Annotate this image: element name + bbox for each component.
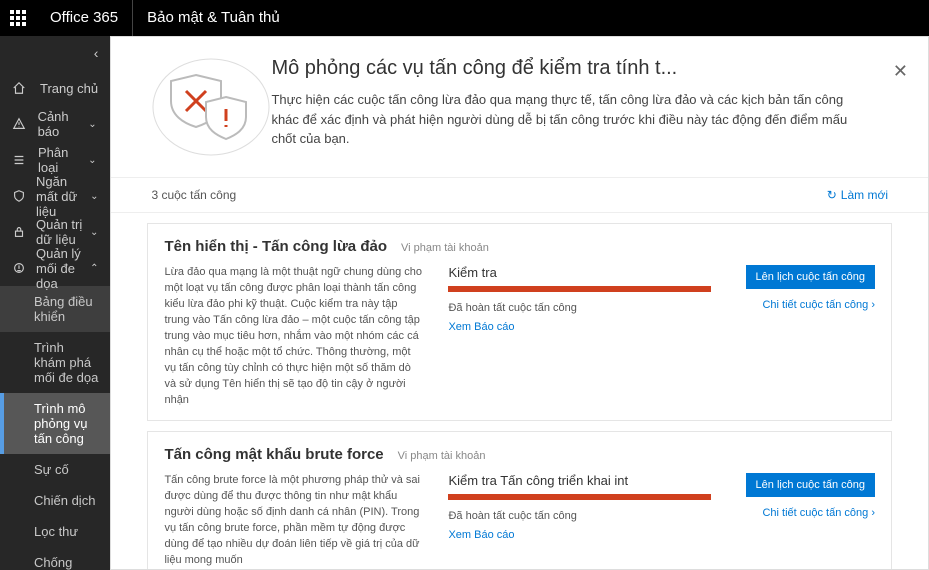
completed-label: Đã hoàn tất cuộc tấn công (448, 510, 711, 522)
subnav-mail-filter[interactable]: Lọc thư (0, 516, 110, 547)
home-icon (12, 81, 30, 95)
threat-icon (12, 261, 26, 275)
test-label: Kiểm tra (448, 265, 711, 280)
progress-bar (448, 494, 711, 500)
chevron-down-icon: ⌄ (86, 155, 98, 166)
chevron-up-icon: ⌃ (90, 263, 98, 274)
chevron-down-icon: ⌄ (90, 191, 98, 202)
refresh-button[interactable]: Làm mới (827, 188, 888, 202)
left-navigation: ‹ Trang chủ Cảnh báo ⌄ Phân loại ⌄ Ngăn … (0, 36, 110, 570)
completed-label: Đã hoàn tất cuộc tấn công (448, 302, 711, 314)
attack-description: Tấn công brute force là một phương pháp … (164, 473, 424, 569)
view-report-link[interactable]: Xem Báo cáo (448, 321, 514, 333)
nav-item-dlp[interactable]: Ngăn mất dữ liệu ⌄ (0, 178, 110, 214)
list-icon (12, 153, 28, 167)
test-label: Kiểm tra Tấn công triển khai int (448, 473, 711, 488)
page-description: Thực hiện các cuộc tấn công lừa đảo qua … (271, 90, 848, 149)
hero-panel: Mô phỏng các vụ tấn công để kiểm tra tín… (111, 37, 928, 178)
subnav-threat-explorer[interactable]: Trình khám phá mối đe dọa (0, 332, 110, 393)
nav-label: Ngăn mất dữ liệu (36, 174, 90, 219)
subnav-campaigns[interactable]: Chiến dịch (0, 485, 110, 516)
page-title: Mô phỏng các vụ tấn công để kiểm tra tín… (271, 57, 848, 80)
shield-icon (12, 189, 26, 203)
nav-label: Quản lý mối đe dọa (36, 246, 90, 291)
nav-item-home[interactable]: Trang chủ (0, 70, 110, 106)
nav-label: Cảnh báo (38, 109, 87, 139)
attack-name: Tấn công mật khẩu brute force (164, 446, 383, 463)
hero-shields-icon (151, 57, 271, 157)
content-pane: Mô phỏng các vụ tấn công để kiểm tra tín… (110, 36, 929, 570)
status-bar: 3 cuộc tấn công Làm mới (111, 178, 928, 213)
attack-details-link[interactable]: Chi tiết cuộc tấn công (762, 299, 875, 311)
attack-count-label: 3 cuộc tấn công (151, 188, 236, 202)
attack-category: Vi phạm tài khoản (398, 450, 486, 462)
nav-label: Phân loại (38, 145, 86, 175)
chevron-down-icon: ⌄ (90, 227, 98, 238)
nav-submenu-threat: Bảng điều khiển Trình khám phá mối đe dọ… (0, 286, 110, 570)
attack-card-spear-phishing: Tên hiển thị - Tấn công lừa đảo Vi phạm … (147, 223, 892, 421)
nav-item-threat-management[interactable]: Quản lý mối đe dọa ⌃ (0, 250, 110, 286)
launch-attack-button[interactable]: Lên lịch cuộc tấn công (746, 265, 875, 289)
lock-icon (12, 225, 26, 239)
attack-details-link[interactable]: Chi tiết cuộc tấn công (762, 507, 875, 519)
nav-label: Trang chủ (40, 81, 98, 96)
global-header: Office 365 Bảo mật & Tuân thủ (0, 0, 929, 36)
attack-name: Tên hiển thị - Tấn công lừa đảo (164, 238, 387, 255)
product-name: Office 365 (36, 0, 133, 36)
launch-attack-button[interactable]: Lên lịch cuộc tấn công (746, 473, 875, 497)
attack-card-brute-force: Tấn công mật khẩu brute force Vi phạm tà… (147, 431, 892, 570)
close-icon[interactable]: ✕ (893, 61, 908, 82)
subnav-attack-simulator[interactable]: Trình mô phỏng vụ tấn công (0, 393, 110, 454)
attack-description: Lừa đảo qua mạng là một thuật ngữ chung … (164, 265, 424, 408)
chevron-down-icon: ⌄ (86, 119, 98, 130)
subnav-anti-malware[interactable]: Chống phần mềm xấu (0, 547, 110, 570)
nav-label: Quản trị dữ liệu (36, 217, 90, 247)
subnav-incidents[interactable]: Sự cố (0, 454, 110, 485)
app-title: Bảo mật & Tuân thủ (133, 0, 294, 36)
subnav-dashboard[interactable]: Bảng điều khiển (0, 286, 110, 332)
chevron-left-icon: ‹ (94, 45, 99, 61)
nav-item-alerts[interactable]: Cảnh báo ⌄ (0, 106, 110, 142)
progress-bar (448, 286, 711, 292)
app-launcher-icon[interactable] (0, 0, 36, 36)
alert-icon (12, 117, 28, 131)
view-report-link[interactable]: Xem Báo cáo (448, 529, 514, 541)
attack-category: Vi phạm tài khoản (401, 242, 489, 254)
collapse-sidebar-button[interactable]: ‹ (0, 36, 110, 70)
